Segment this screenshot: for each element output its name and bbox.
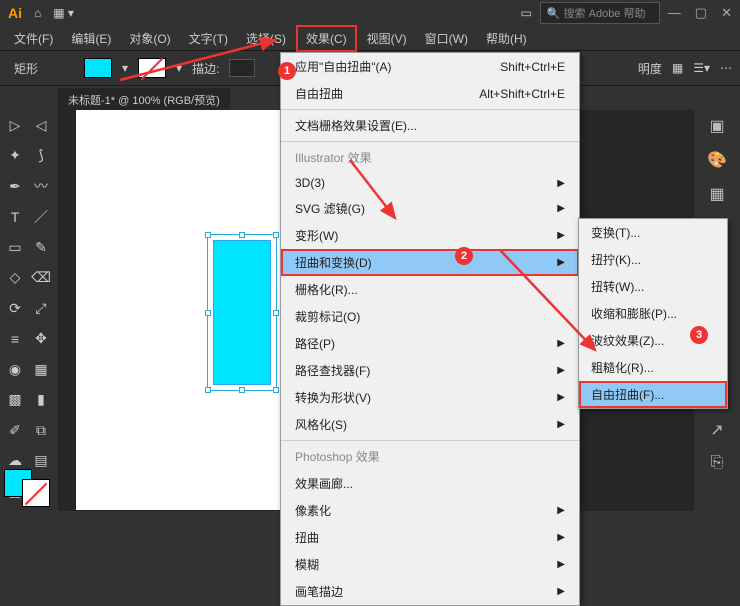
doc-icon[interactable]: ▭ xyxy=(520,6,531,20)
menu-header-illustrator: Illustrator 效果 xyxy=(281,144,579,171)
submenu-spin[interactable]: 扭转(W)... xyxy=(579,273,727,300)
swatches-panel-icon[interactable]: ▦ xyxy=(709,184,724,204)
menu-object[interactable]: 对象(O) xyxy=(121,27,178,50)
stroke-label: 描边: xyxy=(192,60,219,77)
eyedropper-tool-icon[interactable]: ✐ xyxy=(2,417,28,443)
menu-pathfinder[interactable]: 路径查找器(F)▶ xyxy=(281,357,579,384)
properties-panel-icon[interactable]: ▣ xyxy=(709,116,724,136)
free-transform-tool-icon[interactable]: ✥ xyxy=(28,326,54,352)
fill-dropdown-icon[interactable]: ▾ xyxy=(122,61,128,75)
menu-select[interactable]: 选择(S) xyxy=(238,27,294,50)
close-button[interactable]: ✕ xyxy=(721,5,732,21)
submenu-roughen[interactable]: 粗糙化(R)... xyxy=(579,354,727,381)
rectangle-tool-icon[interactable]: ▭ xyxy=(2,234,28,260)
menu-crop-marks[interactable]: 裁剪标记(O) xyxy=(281,303,579,330)
tools-panel: ▷ ◁ ✦ ⟆ ✒ 〰 T ／ ▭ ✎ ◇ ⌫ ⟳ ⤢ ≡ ✥ ◉ ▦ ▩ ▮ … xyxy=(0,110,58,511)
menu-type[interactable]: 文字(T) xyxy=(181,27,236,50)
mesh-tool-icon[interactable]: ▩ xyxy=(2,387,28,413)
menu-window[interactable]: 窗口(W) xyxy=(417,27,476,50)
submenu-twist[interactable]: 扭拧(K)... xyxy=(579,246,727,273)
home-icon[interactable]: ⌂ xyxy=(34,6,41,20)
maximize-button[interactable]: ▢ xyxy=(695,5,707,21)
eraser-tool-icon[interactable]: ⌫ xyxy=(28,265,54,291)
gradient-tool-icon[interactable]: ▮ xyxy=(28,387,54,413)
annotation-badge-2: 2 xyxy=(455,247,473,265)
stroke-weight-dropdown[interactable] xyxy=(229,59,254,77)
asset-panel-icon[interactable]: ⎘ xyxy=(711,454,724,472)
menu-doc-raster-settings[interactable]: 文档栅格效果设置(E)... xyxy=(281,112,579,139)
menu-distort-transform[interactable]: 扭曲和变换(D)▶ xyxy=(281,249,579,276)
direct-selection-tool-icon[interactable]: ◁ xyxy=(28,112,54,138)
annotation-badge-1: 1 xyxy=(278,62,296,80)
menu-header-photoshop: Photoshop 效果 xyxy=(281,443,579,470)
scale-tool-icon[interactable]: ⤢ xyxy=(28,295,54,321)
fill-swatch[interactable] xyxy=(84,58,112,78)
menu-effect[interactable]: 效果(C) xyxy=(296,25,357,52)
menu-svg-filters[interactable]: SVG 滤镜(G)▶ xyxy=(281,195,579,222)
menu-brush-strokes[interactable]: 画笔描边▶ xyxy=(281,578,579,605)
stroke-dropdown-icon[interactable]: ▾ xyxy=(176,61,182,75)
color-panel-icon[interactable]: 🎨 xyxy=(707,150,727,170)
search-input[interactable]: 🔍 搜索 Adobe 帮助 xyxy=(540,2,660,24)
submenu-transform[interactable]: 变换(T)... xyxy=(579,219,727,246)
stroke-swatch[interactable] xyxy=(138,58,166,78)
menu-view[interactable]: 视图(V) xyxy=(359,27,415,50)
app-logo-icon: Ai xyxy=(8,5,22,21)
panel-icon-1[interactable]: ▦ xyxy=(672,61,683,75)
layout-icon[interactable]: ▦ ▾ xyxy=(53,6,74,20)
menu-distort-ps[interactable]: 扭曲▶ xyxy=(281,524,579,551)
opacity-label: 明度 xyxy=(638,60,662,77)
submenu-free-distort[interactable]: 自由扭曲(F)... xyxy=(579,381,727,408)
menu-stylize[interactable]: 风格化(S)▶ xyxy=(281,411,579,438)
rotate-tool-icon[interactable]: ⟳ xyxy=(2,295,28,321)
perspective-tool-icon[interactable]: ▦ xyxy=(28,356,54,382)
selection-tool-icon[interactable]: ▷ xyxy=(2,112,28,138)
selection-bounds xyxy=(207,234,277,391)
menubar: 文件(F) 编辑(E) 对象(O) 文字(T) 选择(S) 效果(C) 视图(V… xyxy=(0,26,740,50)
shaper-tool-icon[interactable]: ◇ xyxy=(2,265,28,291)
menu-warp[interactable]: 变形(W)▶ xyxy=(281,222,579,249)
type-tool-icon[interactable]: T xyxy=(2,204,28,230)
panel-icon-2[interactable]: ☰▾ xyxy=(693,61,710,75)
annotation-badge-3: 3 xyxy=(690,326,708,344)
menu-effect-gallery[interactable]: 效果画廊... xyxy=(281,470,579,497)
background-swatch[interactable] xyxy=(22,479,50,507)
width-tool-icon[interactable]: ≡ xyxy=(2,326,28,352)
color-swatch-box[interactable] xyxy=(4,469,50,507)
menu-blur[interactable]: 模糊▶ xyxy=(281,551,579,578)
line-tool-icon[interactable]: ／ xyxy=(28,204,54,230)
submenu-arrow-icon: ▶ xyxy=(557,178,565,189)
shape-label: 矩形 xyxy=(8,58,44,79)
distort-transform-submenu: 变换(T)... 扭拧(K)... 扭转(W)... 收缩和膨胀(P)... 波… xyxy=(578,218,728,409)
menu-help[interactable]: 帮助(H) xyxy=(478,27,535,50)
menu-3d[interactable]: 3D(3)▶ xyxy=(281,171,579,195)
export-panel-icon[interactable]: ↗ xyxy=(710,420,723,440)
menu-path[interactable]: 路径(P)▶ xyxy=(281,330,579,357)
menu-last-effect[interactable]: 自由扭曲Alt+Shift+Ctrl+E xyxy=(281,80,579,107)
menu-edit[interactable]: 编辑(E) xyxy=(63,27,119,50)
pen-tool-icon[interactable]: ✒ xyxy=(2,173,28,199)
paintbrush-tool-icon[interactable]: ✎ xyxy=(28,234,54,260)
titlebar: Ai ⌂ ▦ ▾ ▭ 🔍 搜索 Adobe 帮助 — ▢ ✕ xyxy=(0,0,740,26)
magic-wand-tool-icon[interactable]: ✦ xyxy=(2,143,28,169)
document-tab[interactable]: 未标题-1* @ 100% (RGB/预览) xyxy=(58,88,230,112)
shape-builder-tool-icon[interactable]: ◉ xyxy=(2,356,28,382)
submenu-pucker-bloat[interactable]: 收缩和膨胀(P)... xyxy=(579,300,727,327)
curvature-tool-icon[interactable]: 〰 xyxy=(28,173,54,199)
menu-apply-last-effect[interactable]: 应用"自由扭曲"(A)Shift+Ctrl+E xyxy=(281,53,579,80)
lasso-tool-icon[interactable]: ⟆ xyxy=(28,143,54,169)
menu-rasterize[interactable]: 栅格化(R)... xyxy=(281,276,579,303)
effect-menu: 应用"自由扭曲"(A)Shift+Ctrl+E 自由扭曲Alt+Shift+Ct… xyxy=(280,52,580,606)
panel-icon-3[interactable]: ⋯ xyxy=(720,61,732,75)
minimize-button[interactable]: — xyxy=(668,5,681,21)
blend-tool-icon[interactable]: ⧉ xyxy=(28,417,54,443)
menu-convert-shape[interactable]: 转换为形状(V)▶ xyxy=(281,384,579,411)
menu-file[interactable]: 文件(F) xyxy=(6,27,61,50)
